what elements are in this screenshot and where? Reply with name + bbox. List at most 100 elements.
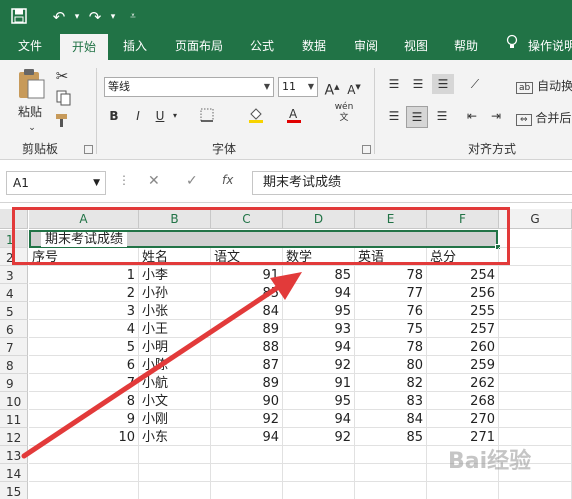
empty-cell[interactable] — [139, 482, 211, 499]
table-cell[interactable]: 257 — [427, 320, 499, 338]
empty-cell[interactable] — [29, 446, 139, 464]
empty-cell[interactable] — [499, 356, 572, 374]
save-icon[interactable] — [10, 8, 28, 26]
tab-view[interactable]: 视图 — [396, 33, 436, 60]
redo-dropdown-icon[interactable]: ▾ — [104, 8, 122, 26]
row-header-1[interactable]: 1 — [0, 230, 28, 248]
empty-cell[interactable] — [283, 482, 355, 499]
merged-title-cell[interactable]: 期末考试成绩 — [29, 230, 498, 248]
table-cell[interactable]: 85 — [283, 266, 355, 284]
empty-cell[interactable] — [211, 464, 283, 482]
table-cell[interactable]: 84 — [211, 302, 283, 320]
table-cell[interactable]: 82 — [355, 374, 427, 392]
table-cell[interactable]: 95 — [283, 302, 355, 320]
phonetic-guide-icon[interactable]: wén 文 — [330, 102, 358, 124]
tab-home[interactable]: 开始 — [60, 34, 108, 60]
column-header-a[interactable]: A — [29, 209, 139, 229]
table-cell[interactable]: 75 — [355, 320, 427, 338]
table-cell[interactable]: 3 — [29, 302, 139, 320]
table-cell[interactable]: 77 — [355, 284, 427, 302]
table-cell[interactable]: 94 — [283, 284, 355, 302]
tab-review[interactable]: 审阅 — [344, 33, 388, 60]
empty-cell[interactable] — [499, 410, 572, 428]
empty-cell[interactable] — [499, 320, 572, 338]
table-cell[interactable]: 94 — [211, 428, 283, 446]
empty-cell[interactable] — [211, 446, 283, 464]
table-cell[interactable]: 小李 — [139, 266, 211, 284]
wrap-text-button[interactable]: ab 自动换 — [516, 76, 572, 98]
table-cell[interactable]: 259 — [427, 356, 499, 374]
table-cell[interactable]: 91 — [211, 266, 283, 284]
table-cell[interactable]: 小刚 — [139, 410, 211, 428]
table-cell[interactable]: 268 — [427, 392, 499, 410]
column-header-c[interactable]: C — [211, 209, 283, 229]
table-cell[interactable]: 4 — [29, 320, 139, 338]
table-cell[interactable]: 7 — [29, 374, 139, 392]
table-cell[interactable]: 262 — [427, 374, 499, 392]
bold-button[interactable]: B — [106, 106, 122, 126]
table-cell[interactable]: 小东 — [139, 428, 211, 446]
table-cell[interactable]: 88 — [211, 338, 283, 356]
row-header-8[interactable]: 8 — [0, 356, 28, 374]
empty-cell[interactable] — [499, 374, 572, 392]
table-cell[interactable]: 87 — [211, 356, 283, 374]
table-cell[interactable]: 小张 — [139, 302, 211, 320]
table-cell[interactable]: 91 — [283, 374, 355, 392]
row-header-10[interactable]: 10 — [0, 392, 28, 410]
tab-formulas[interactable]: 公式 — [240, 33, 284, 60]
empty-cell[interactable] — [355, 464, 427, 482]
table-cell[interactable]: 260 — [427, 338, 499, 356]
grow-font-button[interactable]: A▲ — [324, 77, 340, 101]
table-cell[interactable]: 8 — [29, 392, 139, 410]
empty-cell[interactable] — [29, 482, 139, 499]
table-cell[interactable]: 94 — [283, 338, 355, 356]
column-header-b[interactable]: B — [139, 209, 211, 229]
align-top-icon[interactable]: ☰ — [384, 74, 404, 94]
empty-cell[interactable] — [283, 446, 355, 464]
header-cell[interactable]: 序号 — [29, 248, 139, 266]
table-cell[interactable]: 90 — [211, 392, 283, 410]
table-cell[interactable]: 小明 — [139, 338, 211, 356]
underline-dropdown-icon[interactable]: ▾ — [170, 106, 180, 126]
row-header-14[interactable]: 14 — [0, 464, 28, 482]
table-cell[interactable]: 92 — [211, 410, 283, 428]
paste-dropdown-icon[interactable]: ⌄ — [22, 118, 42, 138]
column-header-g[interactable]: G — [499, 209, 572, 229]
table-cell[interactable]: 小孙 — [139, 284, 211, 302]
row-header-9[interactable]: 9 — [0, 374, 28, 392]
align-bottom-icon[interactable]: ☰ — [432, 74, 454, 94]
table-cell[interactable]: 84 — [355, 410, 427, 428]
undo-icon[interactable]: ↶ — [50, 8, 68, 26]
table-cell[interactable]: 254 — [427, 266, 499, 284]
row-header-3[interactable]: 3 — [0, 266, 28, 284]
table-cell[interactable]: 92 — [283, 428, 355, 446]
cell-g1[interactable] — [499, 230, 572, 248]
tab-insert[interactable]: 插入 — [112, 33, 158, 60]
empty-cell[interactable] — [499, 284, 572, 302]
row-header-4[interactable]: 4 — [0, 284, 28, 302]
lightbulb-icon[interactable] — [504, 33, 520, 60]
fill-color-icon[interactable] — [246, 106, 266, 130]
empty-cell[interactable] — [427, 482, 499, 499]
table-cell[interactable]: 78 — [355, 338, 427, 356]
undo-dropdown-icon[interactable]: ▾ — [68, 8, 86, 26]
enter-icon[interactable]: ✓ — [186, 173, 198, 189]
table-cell[interactable]: 5 — [29, 338, 139, 356]
table-cell[interactable]: 小陈 — [139, 356, 211, 374]
row-header-5[interactable]: 5 — [0, 302, 28, 320]
increase-indent-icon[interactable]: ⇥ — [486, 106, 506, 126]
table-cell[interactable]: 6 — [29, 356, 139, 374]
align-middle-icon[interactable]: ☰ — [408, 74, 428, 94]
align-left-icon[interactable]: ☰ — [384, 106, 404, 126]
table-cell[interactable]: 95 — [283, 392, 355, 410]
font-launcher-icon[interactable] — [362, 145, 371, 154]
header-cell[interactable]: 语文 — [211, 248, 283, 266]
font-color-icon[interactable]: A — [284, 106, 304, 130]
header-cell[interactable]: 英语 — [355, 248, 427, 266]
cancel-icon[interactable]: ✕ — [148, 173, 160, 189]
table-cell[interactable]: 255 — [427, 302, 499, 320]
row-header-11[interactable]: 11 — [0, 410, 28, 428]
empty-cell[interactable] — [499, 338, 572, 356]
empty-cell[interactable] — [499, 302, 572, 320]
row-header-12[interactable]: 12 — [0, 428, 28, 446]
